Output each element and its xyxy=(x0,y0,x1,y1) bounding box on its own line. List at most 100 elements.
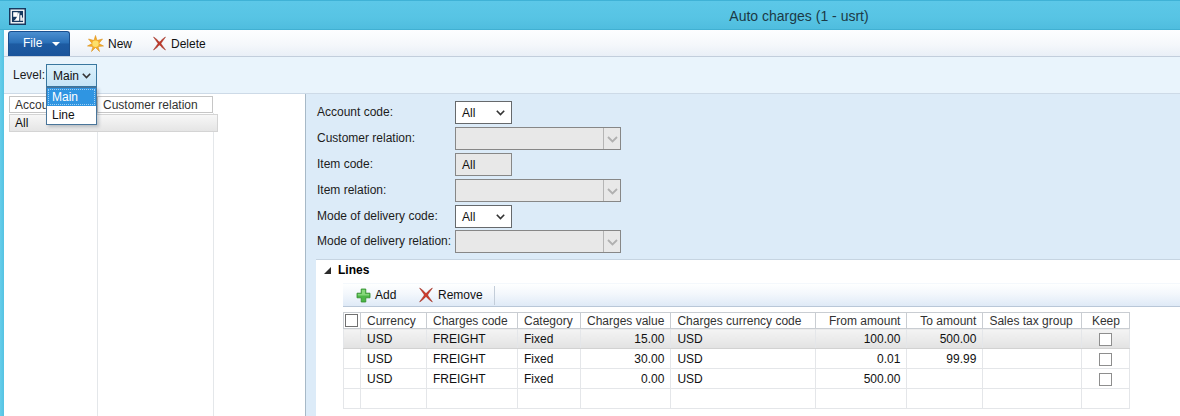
sales-tax-group-cell[interactable] xyxy=(983,349,1082,369)
add-button-label: Add xyxy=(375,288,396,302)
lines-grid-empty-row[interactable] xyxy=(344,389,1130,409)
charges-value-cell[interactable]: 30.00 xyxy=(581,349,671,369)
new-button-label: New xyxy=(108,37,132,51)
add-plus-icon xyxy=(356,288,371,303)
item-relation-label: Item relation: xyxy=(317,183,386,197)
charges-currency-code-cell[interactable]: USD xyxy=(671,329,816,349)
sales-tax-group-cell[interactable] xyxy=(983,369,1082,389)
keep-cell[interactable] xyxy=(1082,349,1130,369)
level-option-main[interactable]: Main xyxy=(47,88,96,106)
lines-group-title: Lines xyxy=(338,263,369,277)
remove-button-label: Remove xyxy=(438,288,483,302)
column-header-charges-value[interactable]: Charges value xyxy=(581,313,671,329)
window-title: Auto charges (1 - usrt) xyxy=(729,8,868,24)
column-header-sales-tax-group[interactable]: Sales tax group xyxy=(983,313,1082,329)
lines-grid-header-row: Currency Charges code Category Charges v… xyxy=(344,313,1130,329)
lines-grid-row[interactable]: USD FREIGHT Fixed 15.00 USD 100.00 500.0… xyxy=(344,329,1130,349)
relations-grid-selected-row[interactable]: All xyxy=(9,114,218,132)
column-header-keep[interactable]: Keep xyxy=(1082,313,1130,329)
relations-grid-pane: Account code Customer relation All xyxy=(4,94,305,416)
account-code-label: Account code: xyxy=(317,105,393,119)
column-header-charges-currency-code[interactable]: Charges currency code xyxy=(671,313,816,329)
to-amount-cell[interactable] xyxy=(907,369,983,389)
account-code-combobox[interactable]: All xyxy=(455,101,512,124)
customer-relation-label: Customer relation: xyxy=(317,131,415,145)
lines-grid-row[interactable]: USD FREIGHT Fixed 0.00 USD 500.00 xyxy=(344,369,1130,389)
level-pane: Level: Main xyxy=(4,57,1180,94)
delete-button[interactable]: Delete xyxy=(152,31,206,56)
mode-of-delivery-code-combobox[interactable]: All xyxy=(455,205,512,228)
add-button[interactable]: Add xyxy=(356,284,396,306)
charges-code-cell[interactable]: FREIGHT xyxy=(427,349,518,369)
account-code-cell: All xyxy=(15,116,28,130)
keep-cell[interactable] xyxy=(1082,369,1130,389)
file-chevron-down-icon xyxy=(52,42,60,46)
keep-checkbox[interactable] xyxy=(1099,373,1112,386)
row-selector-cell[interactable] xyxy=(344,329,361,349)
currency-cell[interactable]: USD xyxy=(361,349,427,369)
from-amount-cell[interactable]: 0.01 xyxy=(816,349,907,369)
customer-relation-combobox xyxy=(455,127,621,150)
lines-grid-row[interactable]: USD FREIGHT Fixed 30.00 USD 0.01 99.99 xyxy=(344,349,1130,369)
column-header-currency[interactable]: Currency xyxy=(361,313,427,329)
column-header-to-amount[interactable]: To amount xyxy=(907,313,983,329)
dropdown-button xyxy=(603,180,620,201)
expander-icon xyxy=(323,266,332,275)
chevron-down-icon xyxy=(607,239,618,246)
level-dropdown-list: Main Line xyxy=(46,87,97,125)
chevron-down-icon xyxy=(496,214,505,220)
to-amount-cell[interactable]: 99.99 xyxy=(907,349,983,369)
item-relation-combobox xyxy=(455,179,621,202)
file-menu-label: File xyxy=(23,36,42,50)
remove-button[interactable]: Remove xyxy=(418,284,483,306)
keep-checkbox[interactable] xyxy=(1099,333,1112,346)
column-header-customer-relation[interactable]: Customer relation xyxy=(97,96,213,113)
toolbar-separator xyxy=(494,286,495,305)
charges-currency-code-cell[interactable]: USD xyxy=(671,349,816,369)
charges-currency-code-cell[interactable]: USD xyxy=(671,369,816,389)
charges-value-cell[interactable]: 15.00 xyxy=(581,329,671,349)
category-cell[interactable]: Fixed xyxy=(518,349,581,369)
sales-tax-group-cell[interactable] xyxy=(983,329,1082,349)
row-selector-cell[interactable] xyxy=(344,369,361,389)
dropdown-button xyxy=(603,128,620,149)
grid-line xyxy=(213,113,214,416)
command-toolbar: File New Delete xyxy=(4,30,1180,57)
auto-charges-window: Auto charges (1 - usrt) File New Delete xyxy=(0,0,1180,416)
grid-line xyxy=(97,113,98,416)
lines-toolbar: Add Remove xyxy=(343,283,1180,307)
keep-cell[interactable] xyxy=(1082,329,1130,349)
level-combobox-value: Main xyxy=(53,69,79,83)
row-selector-cell[interactable] xyxy=(344,349,361,369)
item-code-field: All xyxy=(455,153,512,176)
from-amount-cell[interactable]: 100.00 xyxy=(816,329,907,349)
from-amount-cell[interactable]: 500.00 xyxy=(816,369,907,389)
column-header-from-amount[interactable]: From amount xyxy=(816,313,907,329)
lines-group-header[interactable]: Lines xyxy=(323,263,369,277)
select-all-checkbox[interactable] xyxy=(345,314,358,327)
lines-grid: Currency Charges code Category Charges v… xyxy=(343,312,1130,409)
new-button[interactable]: New xyxy=(87,31,132,56)
app-icon xyxy=(9,8,26,25)
keep-checkbox[interactable] xyxy=(1099,353,1112,366)
charges-code-cell[interactable]: FREIGHT xyxy=(427,369,518,389)
chevron-down-icon xyxy=(607,188,618,195)
category-cell[interactable]: Fixed xyxy=(518,329,581,349)
level-combobox[interactable]: Main xyxy=(46,64,97,87)
chevron-down-icon xyxy=(496,110,505,116)
relations-grid-header: Account code Customer relation xyxy=(9,96,213,113)
to-amount-cell[interactable]: 500.00 xyxy=(907,329,983,349)
column-header-charges-code[interactable]: Charges code xyxy=(427,313,518,329)
column-header-category[interactable]: Category xyxy=(518,313,581,329)
level-option-line[interactable]: Line xyxy=(47,106,96,124)
item-code-value: All xyxy=(462,158,475,172)
charges-value-cell[interactable]: 0.00 xyxy=(581,369,671,389)
mode-of-delivery-relation-label: Mode of delivery relation: xyxy=(317,234,451,248)
category-cell[interactable]: Fixed xyxy=(518,369,581,389)
file-menu-button[interactable]: File xyxy=(8,31,70,56)
currency-cell[interactable]: USD xyxy=(361,329,427,349)
chevron-down-icon xyxy=(607,136,618,143)
lines-group: Lines Add Remove xyxy=(316,259,1180,416)
currency-cell[interactable]: USD xyxy=(361,369,427,389)
charges-code-cell[interactable]: FREIGHT xyxy=(427,329,518,349)
